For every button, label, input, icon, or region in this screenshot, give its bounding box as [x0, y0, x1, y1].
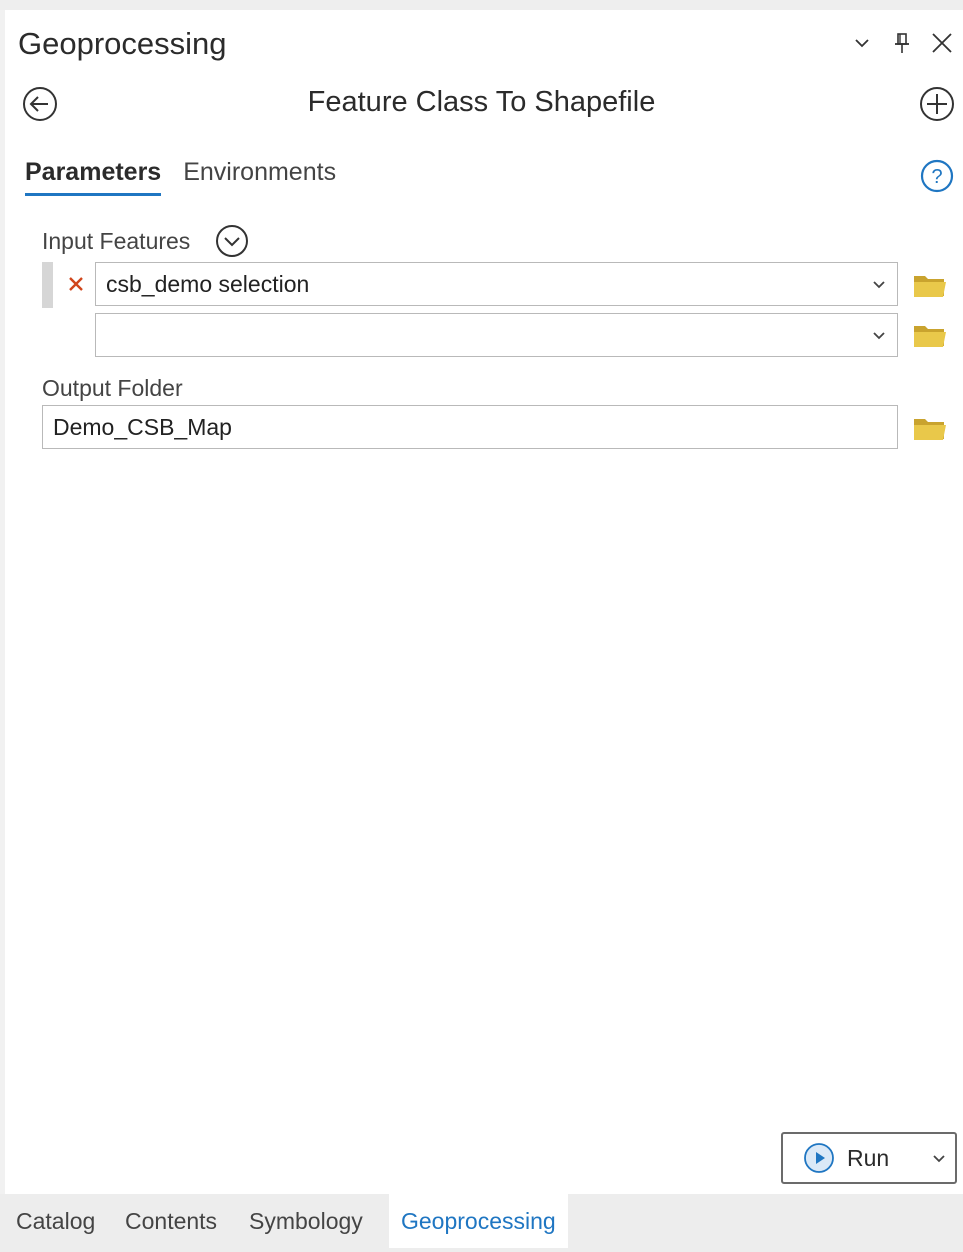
- expand-chevron-icon[interactable]: [213, 222, 251, 260]
- chevron-down-icon[interactable]: [861, 314, 897, 356]
- run-label: Run: [847, 1144, 890, 1171]
- bottom-tab-catalog[interactable]: Catalog: [4, 1194, 107, 1248]
- input-features-combo-1[interactable]: csb_demo selection: [95, 262, 898, 306]
- bottom-tab-geoprocessing[interactable]: Geoprocessing: [389, 1194, 568, 1248]
- output-folder-label: Output Folder: [42, 375, 183, 401]
- bottom-tab-contents[interactable]: Contents: [113, 1194, 229, 1248]
- pin-icon[interactable]: [889, 26, 915, 60]
- svg-text:?: ?: [931, 166, 942, 188]
- run-main[interactable]: Run: [783, 1134, 924, 1182]
- pane-controls: [849, 26, 955, 60]
- window-top-strip: [0, 0, 963, 10]
- tool-title: Feature Class To Shapefile: [307, 86, 656, 118]
- folder-icon[interactable]: [912, 270, 948, 300]
- folder-icon[interactable]: [912, 413, 948, 443]
- drag-handle[interactable]: [42, 262, 53, 308]
- output-folder-value: Demo_CSB_Map: [53, 413, 232, 440]
- play-icon: [804, 1143, 834, 1173]
- pane-title: Geoprocessing: [18, 26, 227, 61]
- plus-circle-icon[interactable]: [917, 84, 957, 124]
- bottom-tab-symbology[interactable]: Symbology: [237, 1194, 375, 1248]
- chevron-down-icon[interactable]: [861, 263, 897, 305]
- input-features-combo-2[interactable]: [95, 313, 898, 357]
- chevron-down-icon[interactable]: [924, 1134, 955, 1182]
- bottom-tab-bar: Catalog Contents Symbology Geoprocessing: [0, 1194, 963, 1252]
- help-icon[interactable]: ?: [919, 158, 955, 194]
- output-folder-field[interactable]: Demo_CSB_Map: [42, 405, 898, 449]
- tab-environments[interactable]: Environments: [183, 158, 336, 196]
- remove-icon[interactable]: [64, 272, 88, 296]
- run-button[interactable]: Run: [781, 1132, 957, 1184]
- folder-icon[interactable]: [912, 320, 948, 350]
- close-icon[interactable]: [929, 26, 955, 60]
- tool-tabs: Parameters Environments: [25, 158, 336, 196]
- input-features-label: Input Features: [42, 228, 191, 254]
- chevron-down-icon[interactable]: [849, 26, 875, 60]
- input-features-value: csb_demo selection: [106, 270, 310, 297]
- window-left-edge: [0, 10, 5, 1194]
- tab-parameters[interactable]: Parameters: [25, 158, 162, 196]
